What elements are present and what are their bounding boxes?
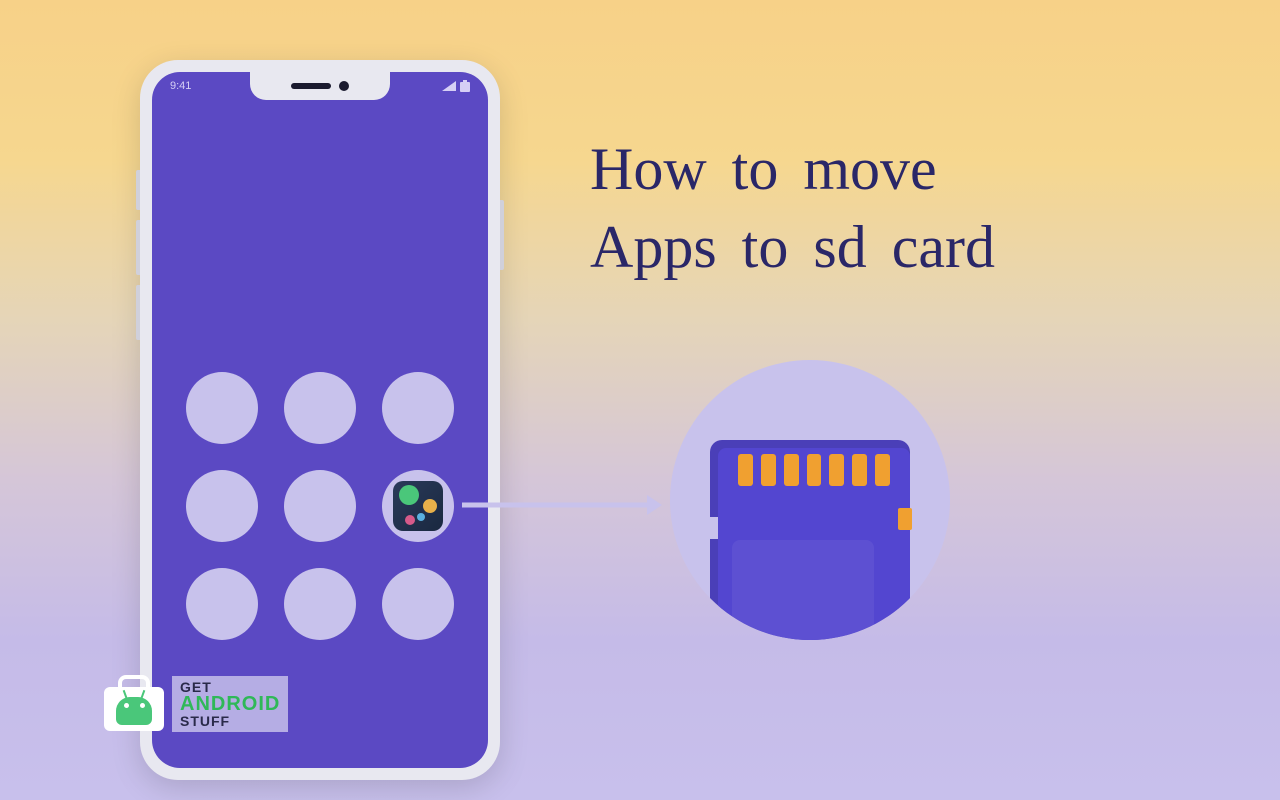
- phone-volume-up: [136, 220, 140, 275]
- app-grid: [186, 372, 454, 640]
- app-placeholder: [186, 470, 258, 542]
- watermark-line-2: ANDROID: [180, 694, 280, 714]
- sd-card-bubble: [670, 360, 950, 640]
- page-title: How to move Apps to sd card: [590, 130, 995, 286]
- speaker-slot: [291, 83, 331, 89]
- watermark-logo: GET ANDROID STUFF: [104, 676, 288, 732]
- phone-notch: [250, 72, 390, 100]
- battery-icon: [460, 80, 470, 92]
- phone-mute-switch: [136, 170, 140, 210]
- status-time: 9:41: [170, 80, 191, 92]
- watermark-bag-icon: [104, 677, 164, 731]
- phone-volume-down: [136, 285, 140, 340]
- app-placeholder: [284, 470, 356, 542]
- signal-icon: [442, 81, 456, 91]
- app-placeholder: [186, 568, 258, 640]
- arrow-right-icon: [462, 490, 662, 520]
- front-camera: [339, 81, 349, 91]
- app-moving: [382, 470, 454, 542]
- phone-screen: 9:41: [152, 72, 488, 768]
- status-bar: 9:41: [152, 72, 488, 106]
- phone-power-button: [500, 200, 504, 270]
- app-placeholder: [284, 372, 356, 444]
- planets-app-icon: [393, 481, 443, 531]
- watermark-text: GET ANDROID STUFF: [172, 676, 288, 732]
- app-placeholder: [382, 568, 454, 640]
- app-placeholder: [186, 372, 258, 444]
- phone-mockup: 9:41: [140, 60, 500, 780]
- title-line-1: How to move: [590, 130, 995, 208]
- sd-card-icon: [710, 440, 910, 640]
- status-icons: [442, 80, 470, 92]
- title-line-2: Apps to sd card: [590, 208, 995, 286]
- watermark-line-1: GET: [180, 680, 280, 694]
- app-placeholder: [284, 568, 356, 640]
- app-placeholder: [382, 372, 454, 444]
- watermark-line-3: STUFF: [180, 714, 280, 728]
